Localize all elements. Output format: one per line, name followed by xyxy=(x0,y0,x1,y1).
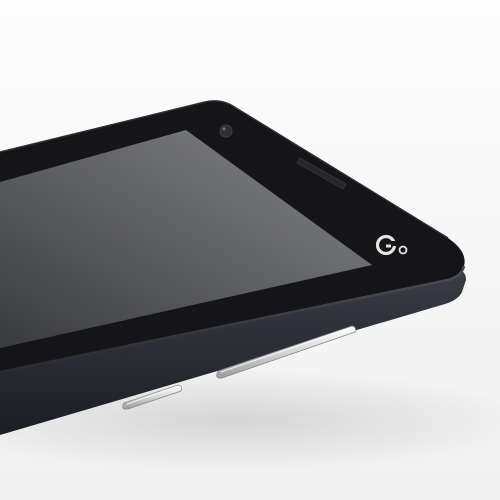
front-camera-lens-glint xyxy=(222,127,226,131)
front-camera-icon xyxy=(219,124,233,138)
phone-photo xyxy=(0,0,500,500)
